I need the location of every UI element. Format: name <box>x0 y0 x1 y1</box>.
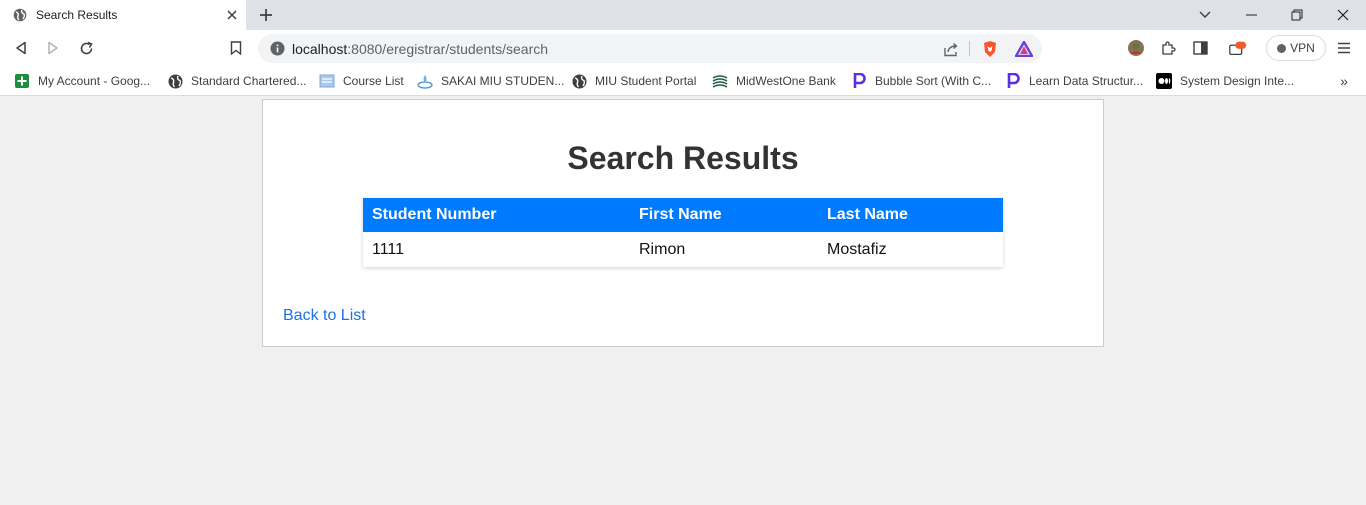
bookmark-item[interactable]: Course List <box>319 71 404 91</box>
bookmark-item[interactable]: Bubble Sort (With C... <box>851 71 991 91</box>
restore-icon[interactable] <box>1274 0 1320 30</box>
menu-icon[interactable] <box>1334 38 1354 58</box>
column-header-last-name: Last Name <box>818 198 1003 232</box>
programiz-icon <box>1005 73 1021 89</box>
site-info-icon[interactable] <box>270 41 285 56</box>
url-text: localhost:8080/eregistrar/students/searc… <box>292 41 549 57</box>
table-header-row: Student Number First Name Last Name <box>363 198 1003 232</box>
close-tab-icon[interactable] <box>224 7 240 23</box>
reload-icon[interactable] <box>76 38 96 58</box>
minimize-icon[interactable] <box>1228 0 1274 30</box>
vpn-label: VPN <box>1290 41 1315 55</box>
tab-title: Search Results <box>36 8 118 22</box>
tab-strip: Search Results <box>0 0 1366 30</box>
profile-avatar-icon[interactable] <box>1126 38 1146 58</box>
vpn-status-icon <box>1277 43 1287 53</box>
bookmark-item[interactable]: My Account - Goog... <box>14 71 150 91</box>
bank-icon <box>712 73 728 89</box>
extensions-icon[interactable] <box>1158 38 1178 58</box>
close-window-icon[interactable] <box>1320 0 1366 30</box>
wallet-notification-icon[interactable] <box>1228 38 1248 58</box>
brave-rewards-icon[interactable] <box>1014 39 1034 59</box>
column-header-student-number: Student Number <box>363 198 630 232</box>
bookmark-item[interactable]: Learn Data Structur... <box>1005 71 1143 91</box>
google-sheets-icon <box>14 73 30 89</box>
bookmark-icon[interactable] <box>226 38 246 58</box>
divider <box>969 41 970 56</box>
bookmark-item[interactable]: MidWestOne Bank <box>712 71 836 91</box>
sidebar-icon[interactable] <box>1190 38 1210 58</box>
bookmarks-bar: My Account - Goog... Standard Chartered.… <box>0 66 1366 96</box>
table-row: 1111 Rimon Mostafiz <box>363 232 1003 267</box>
cell-last-name: Mostafiz <box>818 232 1003 267</box>
globe-icon <box>571 73 587 89</box>
browser-toolbar: localhost:8080/eregistrar/students/searc… <box>0 30 1366 66</box>
programiz-icon <box>851 73 867 89</box>
bookmark-item[interactable]: Standard Chartered... <box>167 71 306 91</box>
bookmark-item[interactable]: MIU Student Portal <box>571 71 696 91</box>
globe-icon <box>167 73 183 89</box>
brave-shields-icon[interactable] <box>980 39 1000 59</box>
tab-search-dropdown-icon[interactable] <box>1182 0 1228 30</box>
address-bar[interactable]: localhost:8080/eregistrar/students/searc… <box>258 34 1042 63</box>
back-to-list-link[interactable]: Back to List <box>283 307 366 325</box>
page-icon <box>319 73 335 89</box>
bookmark-item[interactable]: SAKAI MIU STUDEN... <box>417 71 564 91</box>
new-tab-icon[interactable] <box>256 5 276 25</box>
results-card: Search Results Student Number First Name… <box>262 99 1104 347</box>
share-icon[interactable] <box>941 39 961 59</box>
back-icon[interactable] <box>11 38 31 58</box>
medium-icon <box>1156 73 1172 89</box>
sakai-icon <box>417 73 433 89</box>
globe-icon <box>13 8 27 22</box>
forward-icon[interactable] <box>43 38 63 58</box>
cell-student-number: 1111 <box>363 232 630 267</box>
results-table: Student Number First Name Last Name 1111… <box>363 198 1003 267</box>
cell-first-name: Rimon <box>630 232 818 267</box>
bookmark-item[interactable]: System Design Inte... <box>1156 71 1294 91</box>
tab-search-results[interactable]: Search Results <box>0 0 246 30</box>
column-header-first-name: First Name <box>630 198 818 232</box>
vpn-button[interactable]: VPN <box>1266 35 1326 61</box>
page-title: Search Results <box>567 140 799 176</box>
more-bookmarks-icon[interactable]: » <box>1336 71 1352 91</box>
